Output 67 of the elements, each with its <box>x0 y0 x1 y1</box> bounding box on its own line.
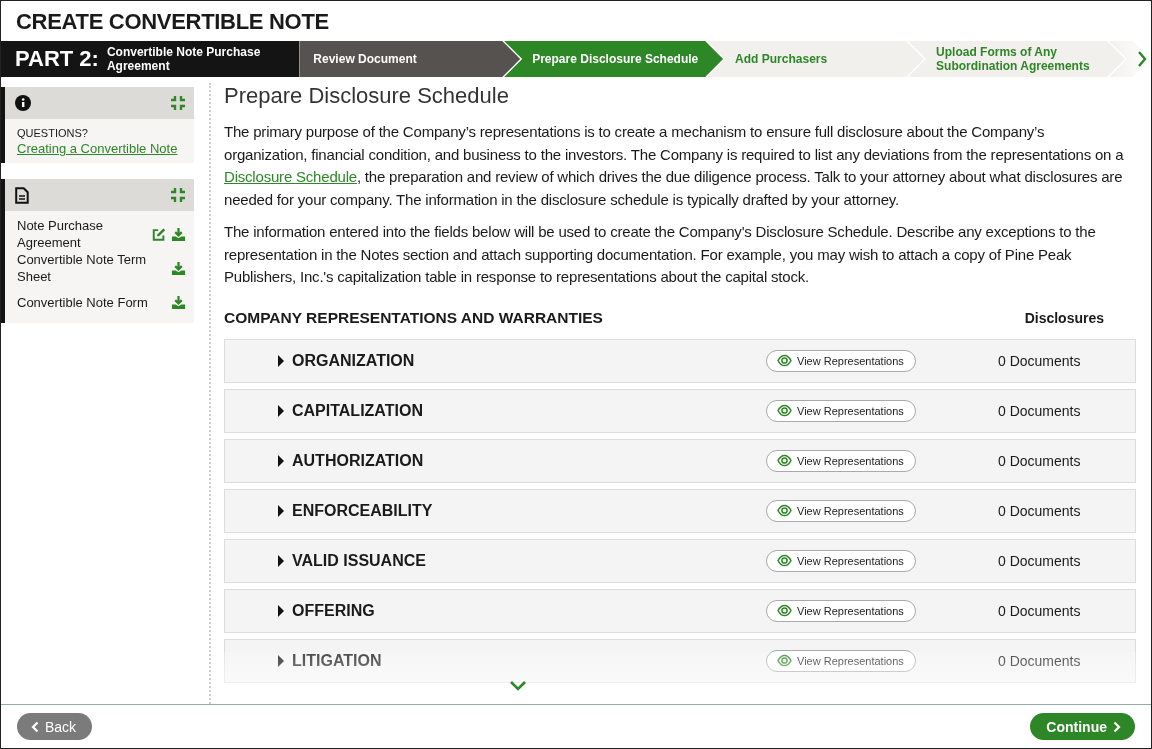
section-name: ENFORCEABILITY <box>292 501 433 520</box>
collapse-icon[interactable] <box>170 187 186 203</box>
accordion-row[interactable]: AUTHORIZATION View Representations 0 Documents <box>224 438 1136 483</box>
step-tab[interactable]: Upload Forms of Any Subordination Agreements <box>908 41 1125 77</box>
paragraph: The primary purpose of the Company’s representations is to create a mechanism to ensure full disclosure about the Company’s organization, financial condition, and business to the investors. The Company is required to list any deviations from the representations on a Disclosure Schedule, the preparation and review of which drives the due diligence process. Talk to your attorney about what disclosures are needed for your company. The information in the disclosure schedule is typically drafted by your attorney. <box>224 122 1125 210</box>
chevron-left-icon <box>31 720 39 733</box>
download-icon[interactable] <box>171 226 186 242</box>
view-representations-button[interactable]: View Representations <box>766 599 916 622</box>
eye-icon <box>777 354 792 367</box>
help-link[interactable]: Creating a Convertible Note <box>17 141 178 156</box>
accordion-row[interactable]: ENFORCEABILITY View Representations 0 Documents <box>224 488 1136 533</box>
page-title: CREATE CONVERTIBLE NOTE <box>15 8 330 36</box>
continue-button[interactable]: Continue <box>1030 713 1135 740</box>
document-link[interactable]: Convertible Note Form <box>17 293 162 311</box>
download-icon[interactable] <box>171 294 186 310</box>
disclosure-schedule-link[interactable]: Disclosure Schedule <box>224 168 357 185</box>
part-label: PART 2: <box>15 46 99 72</box>
chevron-down-icon[interactable] <box>508 680 527 692</box>
eye-icon <box>777 654 792 667</box>
document-count: 0 Documents <box>998 452 1081 469</box>
document-icon <box>15 186 29 204</box>
view-representations-button[interactable]: View Representations <box>766 499 916 522</box>
download-icon[interactable] <box>171 260 186 276</box>
table-heading: COMPANY REPRESENTATIONS AND WARRANTIES <box>224 308 603 327</box>
step-tab[interactable]: Prepare Disclosure Schedule <box>504 41 724 77</box>
section-name: OFFERING <box>292 601 375 620</box>
section-name: ORGANIZATION <box>292 351 415 370</box>
eye-icon <box>777 504 792 517</box>
step-tab[interactable]: Add Purchasers <box>707 41 925 77</box>
help-heading: QUESTIONS? <box>17 127 89 139</box>
column-heading: Disclosures <box>1024 309 1104 326</box>
section-name: VALID ISSUANCE <box>292 551 426 570</box>
accordion-row[interactable]: CAPITALIZATION View Representations 0 Documents <box>224 388 1136 433</box>
eye-icon <box>777 604 792 617</box>
section-name: CAPITALIZATION <box>292 401 423 420</box>
chevron-right-icon <box>1113 720 1121 733</box>
document-count: 0 Documents <box>998 352 1081 369</box>
document-count: 0 Documents <box>998 552 1081 569</box>
document-link[interactable]: Note Purchase Agreement <box>17 217 152 251</box>
edit-icon[interactable] <box>152 226 166 242</box>
view-representations-button[interactable]: View Representations <box>766 449 916 472</box>
view-representations-button[interactable]: View Representations <box>766 649 916 672</box>
chevron-right-icon[interactable] <box>1137 50 1147 68</box>
eye-icon <box>777 404 792 417</box>
paragraph: The information entered into the fields below will be used to create the Company's Disclosure Schedule. Describe any exceptions to the representation in the Notes section and attach supporting documentation. For example, you may wish to attach a copy of Pine Peak Publishers, Inc.'s capitalization table in response to representations about the capital stock. <box>224 222 1097 287</box>
document-count: 0 Documents <box>998 602 1081 619</box>
accordion-row[interactable]: OFFERING View Representations 0 Documents <box>224 588 1136 633</box>
back-button[interactable]: Back <box>17 713 93 740</box>
document-count: 0 Documents <box>998 502 1081 519</box>
part-name: Convertible Note Purchase Agreement <box>106 45 262 73</box>
section-name: AUTHORIZATION <box>292 451 424 470</box>
document-link[interactable]: Convertible Note Term Sheet <box>17 251 162 285</box>
step-tab[interactable]: Review Document <box>299 41 521 77</box>
accordion-row[interactable]: VALID ISSUANCE View Representations 0 Documents <box>224 538 1136 583</box>
accordion-row[interactable]: ORGANIZATION View Representations 0 Documents <box>224 338 1136 383</box>
collapse-icon[interactable] <box>170 95 186 111</box>
section-name: LITIGATION <box>292 651 382 670</box>
info-icon <box>15 95 31 111</box>
document-count: 0 Documents <box>998 652 1081 669</box>
accordion-row[interactable]: LITIGATION View Representations 0 Documents <box>224 638 1136 683</box>
eye-icon <box>777 554 792 567</box>
view-representations-button[interactable]: View Representations <box>766 349 916 372</box>
view-representations-button[interactable]: View Representations <box>766 549 916 572</box>
document-count: 0 Documents <box>998 402 1081 419</box>
eye-icon <box>777 454 792 467</box>
section-title: Prepare Disclosure Schedule <box>224 83 510 109</box>
view-representations-button[interactable]: View Representations <box>766 399 916 422</box>
